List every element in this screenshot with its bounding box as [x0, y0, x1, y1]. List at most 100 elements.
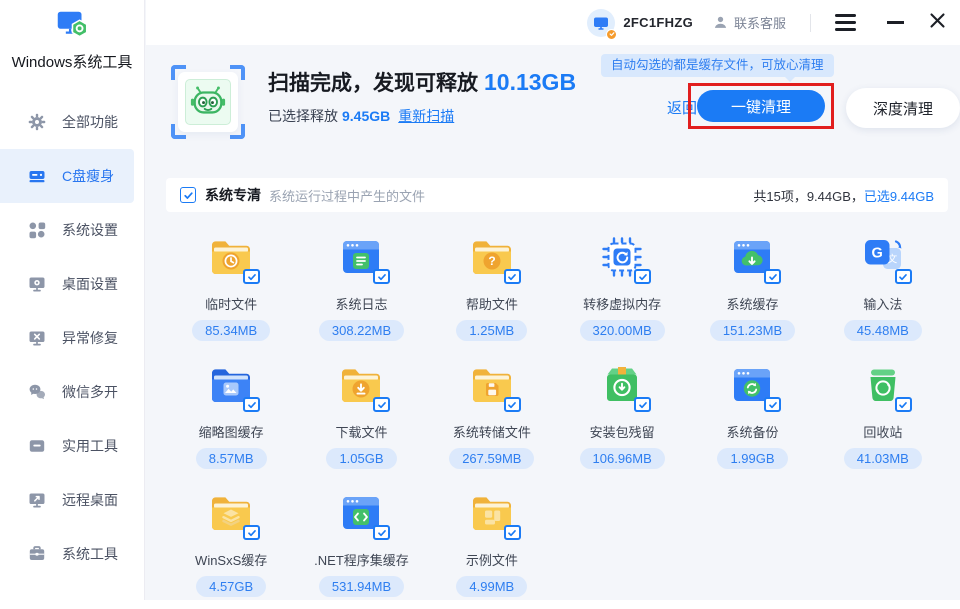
- item-label: 缩略图缓存: [198, 425, 264, 440]
- minimize-button[interactable]: [885, 15, 906, 29]
- item-checkbox[interactable]: [503, 269, 521, 284]
- winsxs-cache-icon: [207, 489, 261, 540]
- annotation-red-box: 一键清理: [688, 83, 834, 129]
- chat-bubbles-icon: [29, 384, 45, 400]
- item-checkbox[interactable]: [764, 269, 782, 284]
- user-account[interactable]: 2FC1FHZG: [587, 8, 693, 40]
- cleanup-item[interactable]: ? 帮助文件 1.25MB: [427, 225, 557, 353]
- section-title: 系统专清: [205, 187, 261, 203]
- sidebar-item-label: C盘瘦身: [62, 168, 115, 184]
- cleanup-item[interactable]: 转移虚拟内存 320.00MB: [557, 225, 687, 353]
- releasable-size-value: 10.13GB: [484, 69, 577, 95]
- item-size-badge: 45.48MB: [843, 320, 922, 341]
- item-label: 输入法: [863, 297, 903, 312]
- item-checkbox[interactable]: [634, 397, 652, 412]
- scan-robot-icon: [171, 65, 245, 139]
- item-checkbox[interactable]: [894, 397, 912, 412]
- cleanup-item[interactable]: 系统转储文件 267.59MB: [427, 353, 557, 481]
- one-click-clean-button[interactable]: 一键清理: [697, 90, 825, 122]
- contact-support-label: 联系客服: [733, 16, 786, 31]
- item-checkbox[interactable]: [373, 269, 391, 284]
- main-menu-button[interactable]: [833, 10, 858, 35]
- app-logo: Windows系统工具: [0, 6, 144, 72]
- user-avatar: [587, 8, 618, 40]
- rescan-link[interactable]: 重新扫描: [398, 108, 454, 124]
- system-log-icon: [337, 233, 391, 284]
- cleanup-item[interactable]: 回收站 41.03MB: [818, 353, 948, 481]
- sidebar-item-label: 桌面设置: [62, 276, 118, 292]
- cleanup-item[interactable]: 系统缓存 151.23MB: [687, 225, 817, 353]
- item-checkbox[interactable]: [503, 525, 521, 540]
- section-description: 系统运行过程中产生的文件: [269, 188, 426, 204]
- cleanup-item[interactable]: 系统备份 1.99GB: [687, 353, 817, 481]
- section-summary: 共15项，9.44GB，已选9.44GB: [753, 186, 934, 205]
- item-size-badge: 41.03MB: [843, 448, 922, 469]
- sidebar-item-all-functions[interactable]: 全部功能: [0, 95, 144, 149]
- item-checkbox[interactable]: [373, 397, 391, 412]
- item-size-badge: 4.57GB: [196, 576, 267, 597]
- item-checkbox[interactable]: [634, 269, 652, 284]
- cleanup-item[interactable]: 临时文件 85.34MB: [166, 225, 296, 353]
- help-files-icon: ?: [468, 233, 521, 284]
- item-checkbox[interactable]: [373, 525, 391, 540]
- section-checkbox[interactable]: [180, 187, 196, 203]
- item-label: WinSxS缓存: [195, 553, 268, 568]
- scan-result-text: 扫描完成，发现可释放: [268, 72, 478, 95]
- item-label: 系统转储文件: [452, 425, 531, 440]
- system-dump-icon: [468, 361, 521, 412]
- sidebar-item-label: 系统设置: [62, 222, 118, 238]
- sidebar-item-system-tools[interactable]: 系统工具: [0, 527, 144, 581]
- item-checkbox[interactable]: [243, 397, 261, 412]
- cleanup-item[interactable]: 示例文件 4.99MB: [427, 481, 557, 609]
- item-label: 系统日志: [335, 297, 388, 312]
- system-backup-icon: [728, 361, 782, 412]
- scan-result-header: 扫描完成，发现可释放 10.13GB 已选择释放 9.45GB 重新扫描 自动勾选的都…: [146, 45, 960, 178]
- close-button[interactable]: [929, 12, 946, 34]
- deep-clean-button[interactable]: 深度清理: [846, 88, 960, 128]
- item-size-badge: 8.57MB: [195, 448, 267, 469]
- cleanup-item[interactable]: 缩略图缓存 8.57MB: [166, 353, 296, 481]
- contact-support-button[interactable]: 联系客服: [713, 13, 786, 32]
- dotnet-cache-icon: [337, 489, 391, 540]
- title-bar: 2FC1FHZG 联系客服: [146, 0, 960, 45]
- sidebar-item-system-settings[interactable]: 系统设置: [0, 203, 144, 257]
- item-checkbox[interactable]: [764, 397, 782, 412]
- sidebar-item-remote-desktop[interactable]: 远程桌面: [0, 473, 144, 527]
- item-label: 下载文件: [335, 425, 388, 440]
- cleanup-item[interactable]: 安装包残留 106.96MB: [557, 353, 687, 481]
- section-count: 共15项，9.44GB，: [753, 188, 864, 204]
- item-size-badge: 4.99MB: [456, 576, 528, 597]
- sidebar-item-label: 系统工具: [62, 546, 118, 562]
- sidebar-item-desktop-settings[interactable]: 桌面设置: [0, 257, 144, 311]
- selected-size-text: 已选择释放: [268, 108, 338, 124]
- item-size-badge: 308.22MB: [318, 320, 405, 341]
- section-header: 系统专清 系统运行过程中产生的文件 共15项，9.44GB，已选9.44GB: [166, 178, 948, 212]
- installer-residue-icon: [598, 361, 652, 412]
- sidebar: Windows系统工具 全部功能 C盘瘦身 系统设置 桌面设置 异常修复 微信多…: [0, 0, 145, 600]
- cleanup-item[interactable]: 系统日志 308.22MB: [296, 225, 426, 353]
- svg-text:G: G: [871, 246, 882, 262]
- cleanup-item[interactable]: WinSxS缓存 4.57GB: [166, 481, 296, 609]
- section-selected-size[interactable]: 已选9.44GB: [864, 189, 934, 204]
- sidebar-item-wechat-multi[interactable]: 微信多开: [0, 365, 144, 419]
- item-size-badge: 531.94MB: [318, 576, 405, 597]
- sidebar-item-c-drive-slim[interactable]: C盘瘦身: [0, 149, 134, 203]
- item-checkbox[interactable]: [243, 525, 261, 540]
- item-label: 临时文件: [205, 297, 258, 312]
- selected-size-line: 已选择释放 9.45GB 重新扫描: [268, 106, 576, 126]
- virtual-memory-icon: [598, 233, 652, 284]
- item-size-badge: 106.96MB: [579, 448, 665, 469]
- item-checkbox[interactable]: [503, 397, 521, 412]
- cleanup-item[interactable]: .NET程序集缓存 531.94MB: [296, 481, 426, 609]
- sidebar-item-error-repair[interactable]: 异常修复: [0, 311, 144, 365]
- item-label: 回收站: [863, 425, 903, 440]
- sidebar-item-label: 远程桌面: [62, 492, 118, 508]
- item-checkbox[interactable]: [243, 269, 261, 284]
- item-size-badge: 1.25MB: [456, 320, 528, 341]
- selected-size-value: 9.45GB: [342, 108, 391, 124]
- item-checkbox[interactable]: [894, 269, 912, 284]
- item-label: 安装包残留: [589, 425, 655, 440]
- sidebar-item-utilities[interactable]: 实用工具: [0, 419, 144, 473]
- cleanup-item[interactable]: 文G 输入法 45.48MB: [818, 225, 948, 353]
- cleanup-item[interactable]: 下载文件 1.05GB: [296, 353, 426, 481]
